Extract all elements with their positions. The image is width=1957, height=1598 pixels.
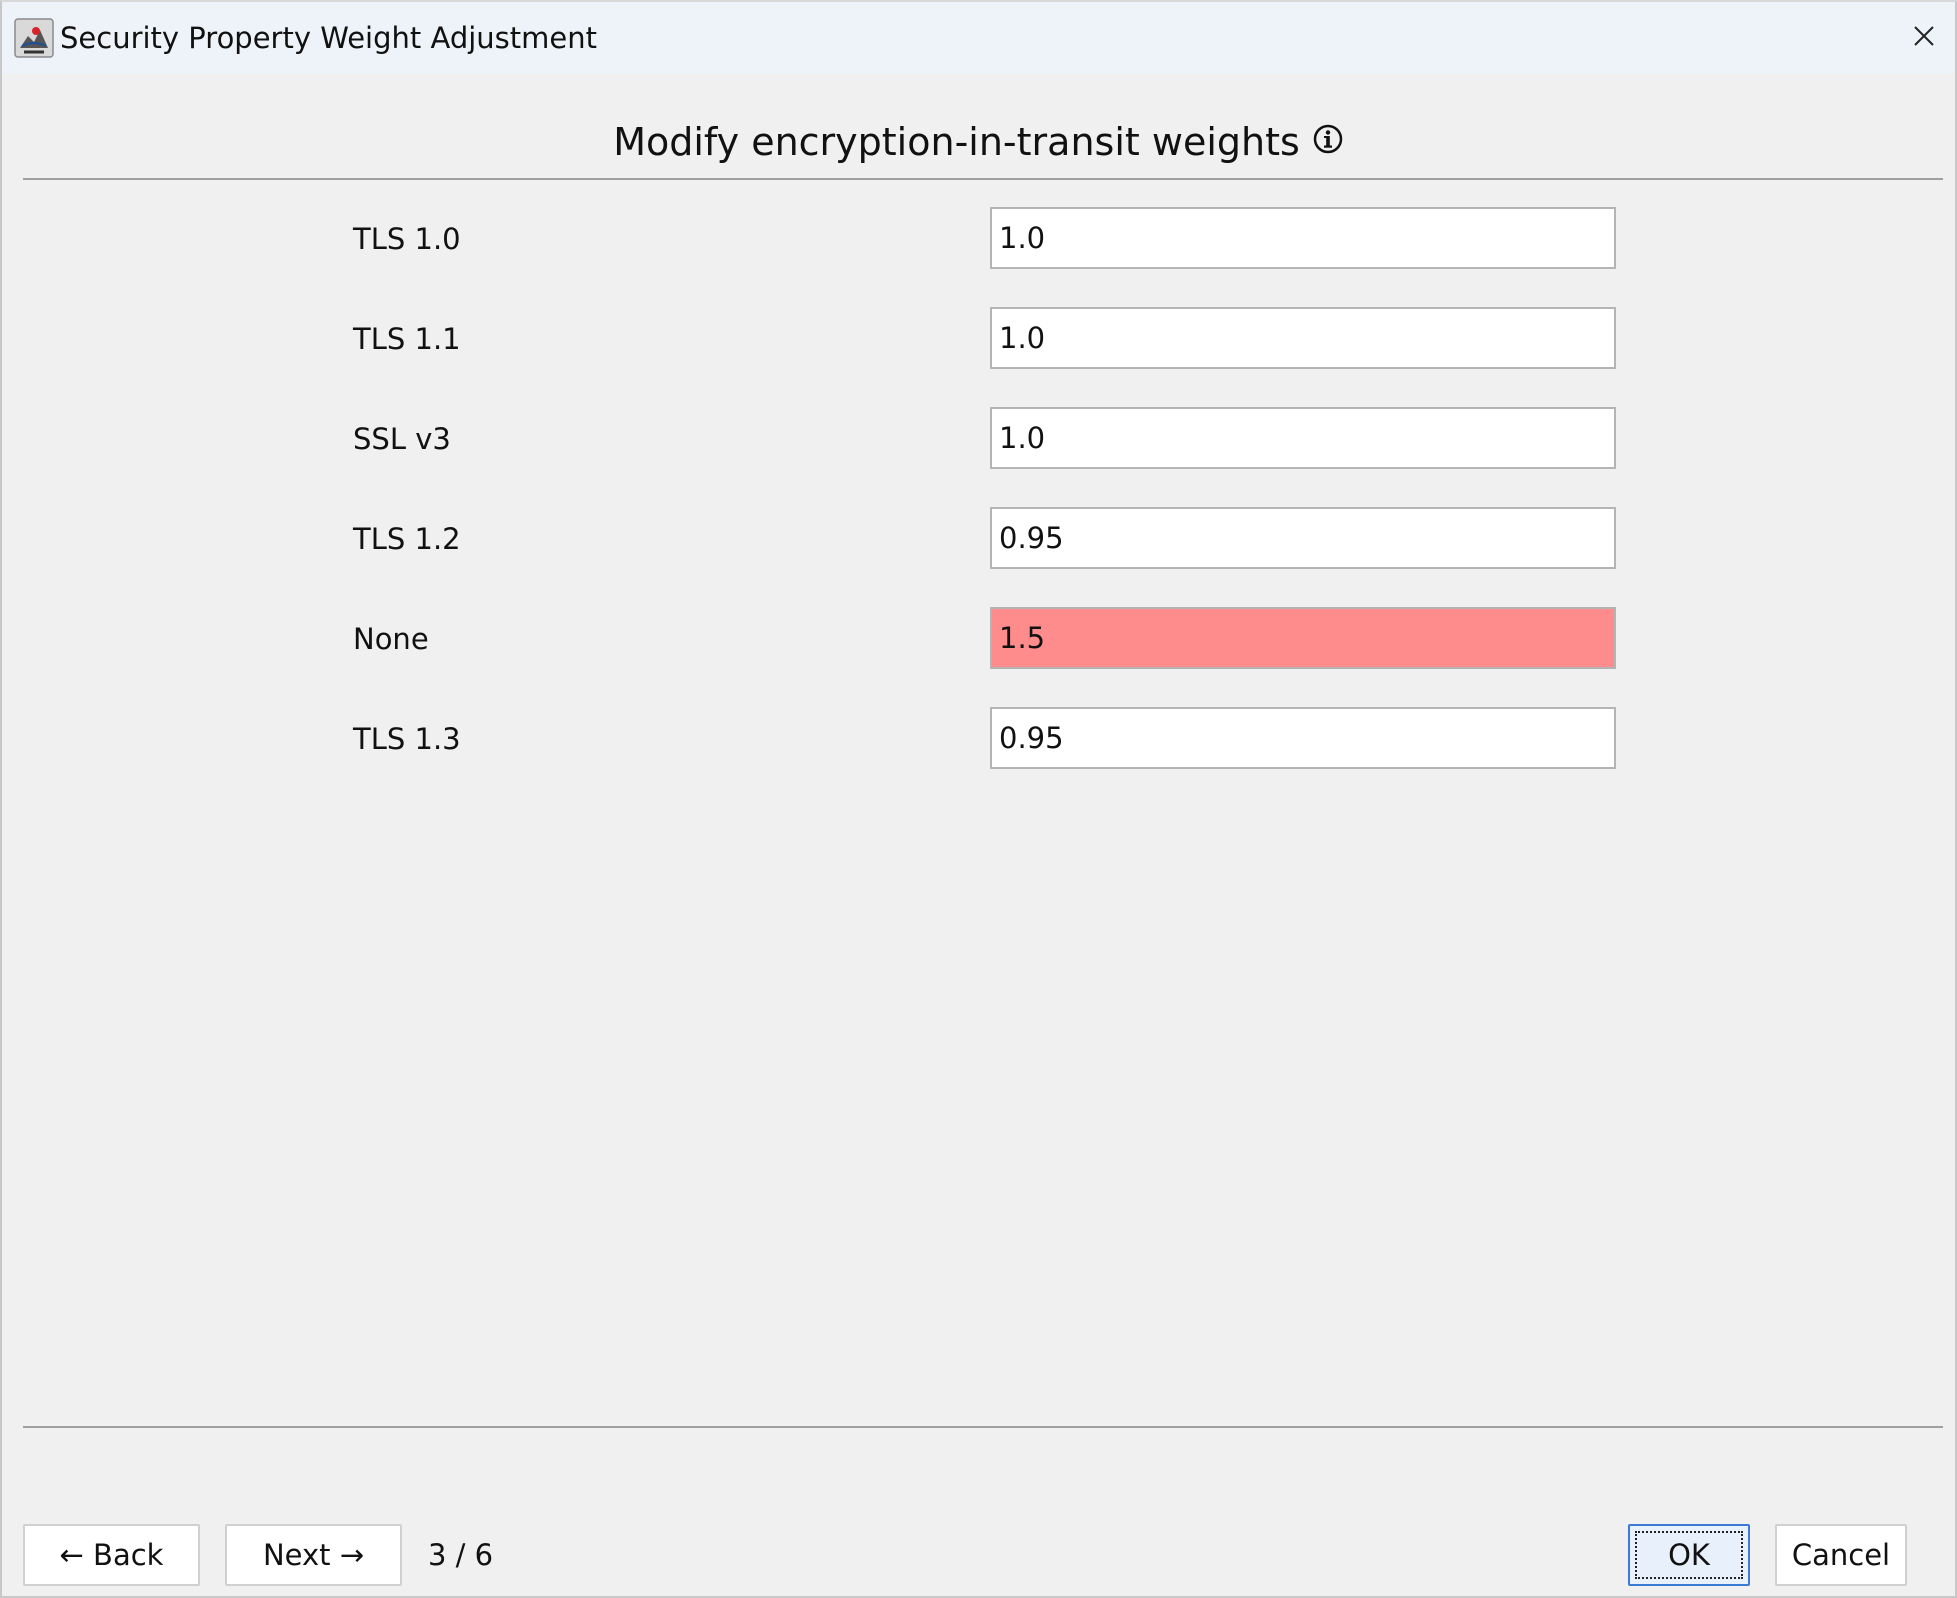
weight-label-none: None xyxy=(353,622,429,656)
close-icon xyxy=(1912,24,1936,52)
next-button[interactable]: Next → xyxy=(225,1524,402,1586)
title-bar[interactable]: Security Property Weight Adjustment xyxy=(2,2,1955,74)
weight-label-tls-1-2: TLS 1.2 xyxy=(353,522,461,556)
window-title: Security Property Weight Adjustment xyxy=(60,21,597,55)
java-cup-icon xyxy=(14,18,54,58)
page-heading: Modify encryption-in-transit weights xyxy=(2,114,1955,170)
weight-label-tls-1-1: TLS 1.1 xyxy=(353,322,461,356)
page-title: Modify encryption-in-transit weights xyxy=(613,120,1300,164)
weight-input-tls-1-2[interactable] xyxy=(990,507,1616,569)
weight-input-ssl-v3[interactable] xyxy=(990,407,1616,469)
ok-button[interactable]: OK xyxy=(1628,1524,1750,1586)
weight-label-tls-1-3: TLS 1.3 xyxy=(353,722,461,756)
weight-input-none[interactable] xyxy=(990,607,1616,669)
page-counter: 3 / 6 xyxy=(428,1538,494,1572)
weight-input-tls-1-3[interactable] xyxy=(990,707,1616,769)
weight-label-ssl-v3: SSL v3 xyxy=(353,422,451,456)
focus-ring xyxy=(1635,1531,1743,1579)
weight-label-tls-1-0: TLS 1.0 xyxy=(353,222,461,256)
back-button[interactable]: ← Back xyxy=(23,1524,200,1586)
weight-input-tls-1-0[interactable] xyxy=(990,207,1616,269)
dialog-window: Security Property Weight Adjustment Modi… xyxy=(0,0,1957,1598)
footer-divider xyxy=(23,1426,1943,1428)
header-divider xyxy=(23,178,1943,180)
close-button[interactable] xyxy=(1902,16,1946,60)
info-icon[interactable] xyxy=(1312,123,1344,155)
weight-input-tls-1-1[interactable] xyxy=(990,307,1616,369)
cancel-button[interactable]: Cancel xyxy=(1775,1524,1907,1586)
